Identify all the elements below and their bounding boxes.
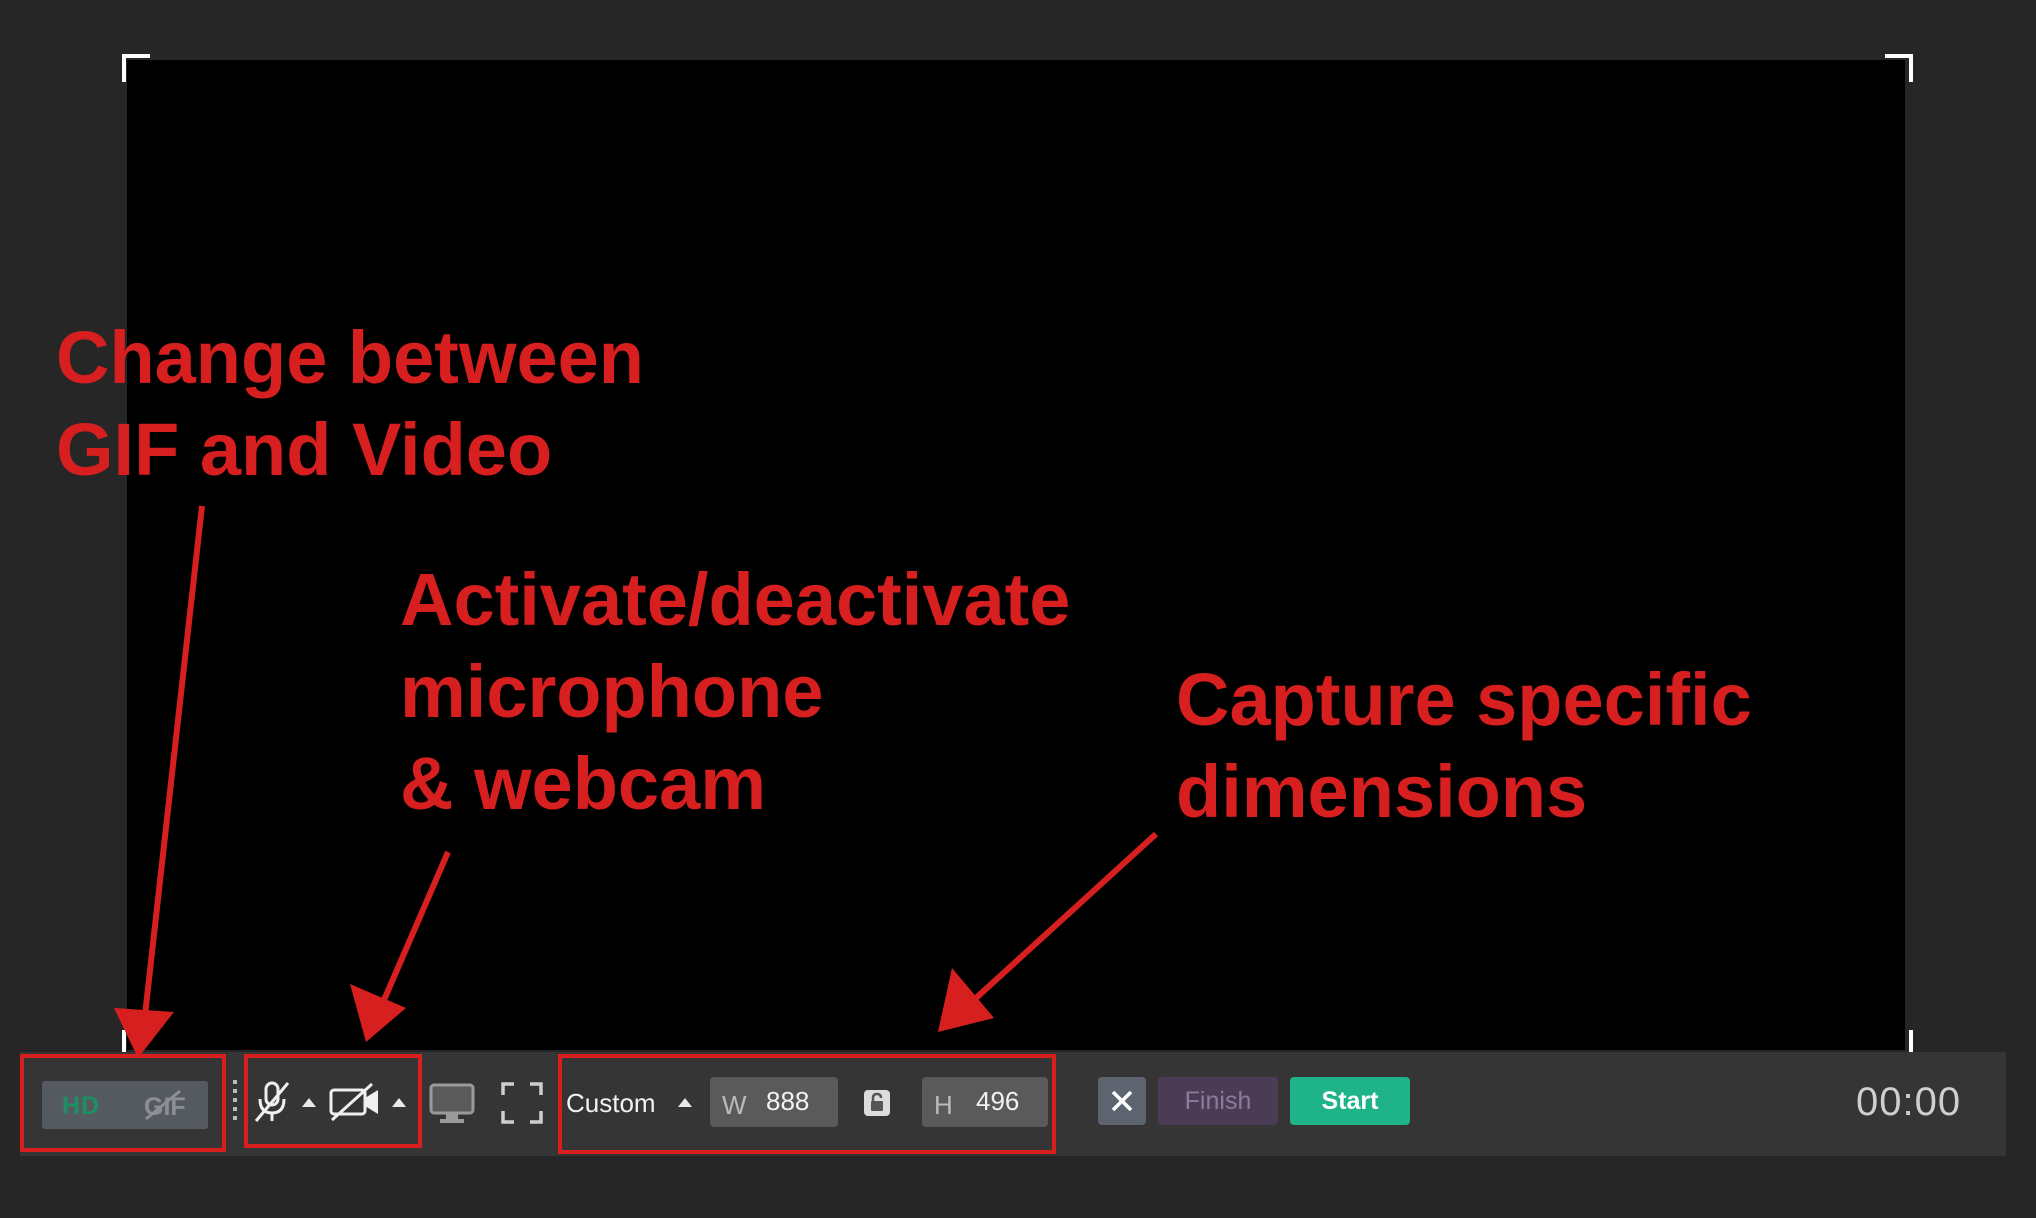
dimensions-highlight-box (558, 1054, 1056, 1154)
dimensions-annotation: Capture specific dimensions (1176, 654, 1752, 838)
annotation-line: Activate/deactivate (400, 558, 1071, 641)
resize-handle-top-right[interactable] (1885, 54, 1913, 82)
format-highlight-box (20, 1054, 226, 1152)
start-button[interactable]: Start (1290, 1077, 1410, 1125)
drag-grip[interactable] (232, 1080, 238, 1122)
format-annotation: Change between GIF and Video (56, 312, 644, 496)
finish-button[interactable]: Finish (1158, 1077, 1278, 1125)
fullscreen-icon[interactable] (500, 1081, 544, 1125)
annotation-line: dimensions (1176, 750, 1588, 833)
media-highlight-box (244, 1054, 422, 1148)
recording-timer: 00:00 (1856, 1080, 1962, 1124)
annotation-line: & webcam (400, 742, 767, 825)
resize-handle-top-left[interactable] (122, 54, 150, 82)
annotation-line: GIF and Video (56, 408, 553, 491)
monitor-icon[interactable] (428, 1082, 476, 1126)
close-icon[interactable] (1098, 1077, 1146, 1125)
annotation-line: Change between (56, 316, 644, 399)
annotation-line: microphone (400, 650, 824, 733)
annotation-line: Capture specific (1176, 658, 1752, 741)
media-annotation: Activate/deactivate microphone & webcam (400, 554, 1070, 830)
